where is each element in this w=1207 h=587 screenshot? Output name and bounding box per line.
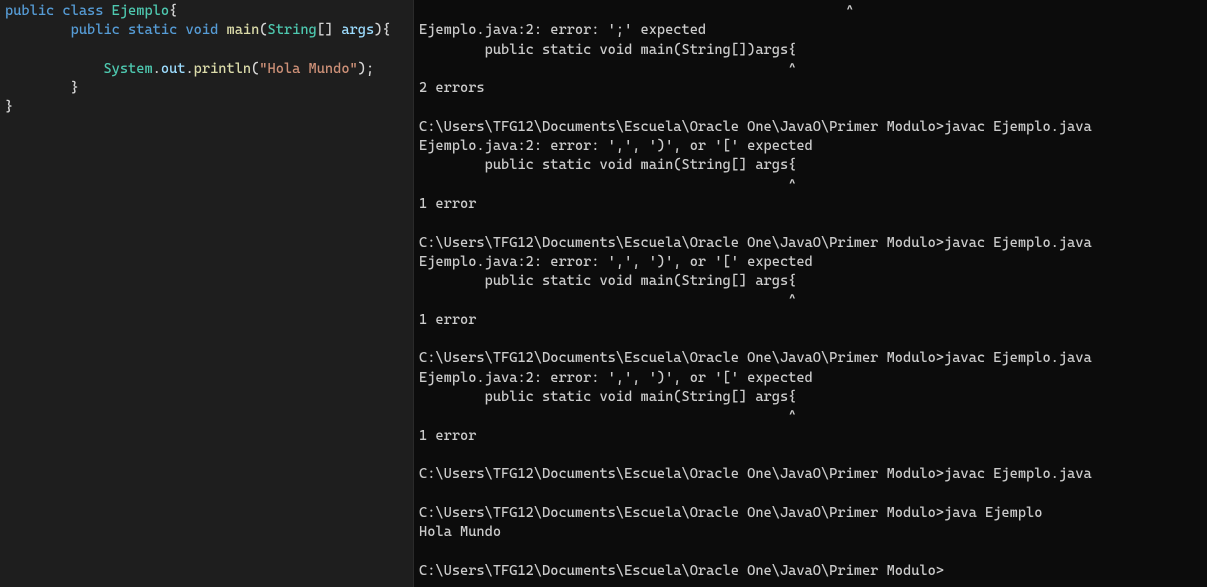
code-token <box>120 22 128 38</box>
code-token: [] <box>317 22 342 38</box>
code-token: class <box>62 3 103 19</box>
terminal-panel[interactable]: ^ Ejemplo.java:2: error: ';' expected pu… <box>413 0 1207 587</box>
code-token <box>5 22 71 38</box>
code-token: } <box>5 99 13 115</box>
code-token: static <box>128 22 177 38</box>
code-token: out <box>161 61 186 77</box>
code-token: System <box>103 61 152 77</box>
code-token: ); <box>358 61 374 77</box>
code-token: . <box>185 61 193 77</box>
code-token: String <box>268 22 317 38</box>
code-token: Ejemplo <box>112 3 169 19</box>
code-token: { <box>169 3 177 19</box>
code-token: "Hola Mundo" <box>259 61 357 77</box>
code-token: void <box>185 22 218 38</box>
code-token: println <box>194 61 251 77</box>
code-token: ( <box>259 22 267 38</box>
code-token <box>5 61 103 77</box>
code-token: } <box>5 80 79 96</box>
code-token: public <box>71 22 120 38</box>
code-token: args <box>341 22 374 38</box>
code-editor[interactable]: public class Ejemplo{ public static void… <box>0 0 413 587</box>
code-token <box>103 3 111 19</box>
code-token: public <box>5 3 54 19</box>
code-token: ){ <box>374 22 390 38</box>
code-token: main <box>226 22 259 38</box>
code-token: . <box>153 61 161 77</box>
